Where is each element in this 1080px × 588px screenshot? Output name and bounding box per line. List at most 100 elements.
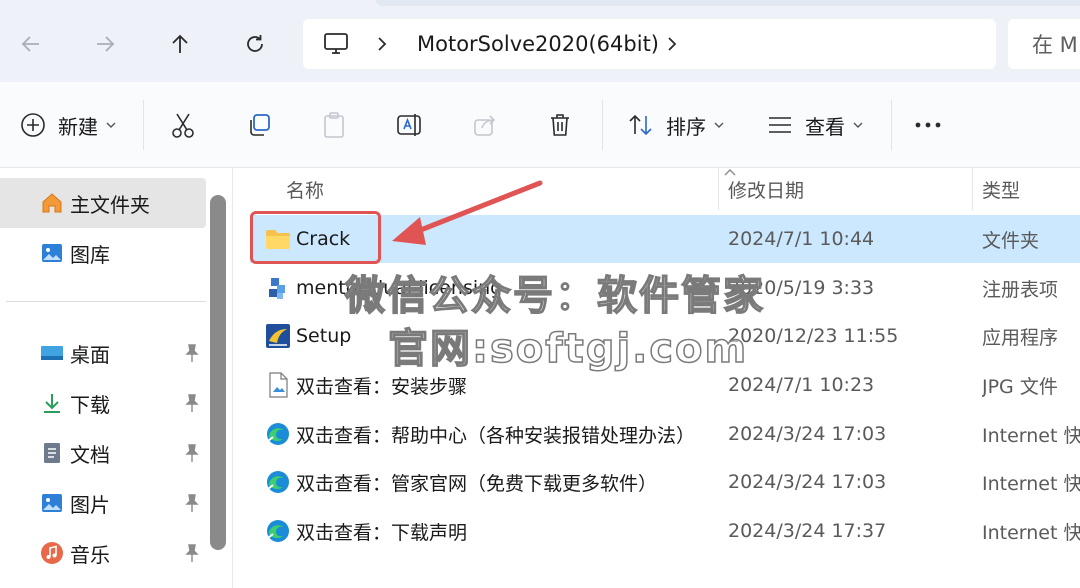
- gallery-icon: [42, 244, 62, 262]
- file-type: 应用程序: [982, 326, 1059, 349]
- sidebar-item-music[interactable]: 音乐: [0, 528, 206, 578]
- more-dots-icon: [915, 122, 941, 128]
- file-type: JPG 文件: [982, 375, 1058, 398]
- file-date: 2020/5/19 3:33: [728, 277, 875, 299]
- pin-icon[interactable]: [183, 343, 201, 363]
- column-header-name[interactable]: 名称: [286, 168, 324, 210]
- copy-button[interactable]: [246, 82, 272, 168]
- annotation-arrow-icon: [392, 180, 543, 245]
- sidebar-item-gallery[interactable]: 图库: [0, 228, 206, 278]
- column-resize-handle[interactable]: [972, 168, 973, 210]
- sidebar-item-label: 音乐: [70, 542, 110, 567]
- command-bar: 新建 排序 查看: [0, 82, 1080, 168]
- forward-button[interactable]: [88, 27, 122, 61]
- toolbar-divider: [891, 100, 892, 150]
- document-icon: [44, 443, 60, 463]
- sidebar-item-desktop[interactable]: 桌面: [0, 328, 206, 378]
- plus-circle-icon: [21, 113, 45, 137]
- up-button[interactable]: [163, 27, 197, 61]
- trash-icon: [551, 114, 569, 136]
- up-arrow-icon: [172, 34, 188, 53]
- download-icon: [44, 394, 60, 413]
- file-date: 2024/7/1 10:44: [728, 228, 875, 250]
- cut-button[interactable]: [170, 82, 196, 168]
- file-name: 双击查看：管家官网（免费下载更多软件）: [296, 472, 658, 495]
- column-header-type[interactable]: 类型: [982, 168, 1020, 210]
- file-date: 2024/3/24 17:03: [728, 471, 887, 493]
- sort-button[interactable]: 排序: [628, 82, 724, 168]
- rename-button[interactable]: [396, 82, 424, 168]
- breadcrumb-folder-label: MotorSolve2020(64bit): [417, 32, 659, 56]
- edge-icon: [267, 471, 289, 493]
- chevron-down-icon: [106, 122, 116, 128]
- monitor-icon: [324, 33, 348, 54]
- edge-icon: [267, 520, 289, 542]
- pictures-icon: [42, 494, 62, 512]
- search-placeholder: 在 M: [1032, 33, 1078, 57]
- column-header-label: 修改日期: [728, 179, 805, 202]
- copy-icon: [250, 114, 270, 136]
- address-box[interactable]: MotorSolve2020(64bit): [303, 19, 996, 69]
- file-date: 2024/3/24 17:03: [728, 423, 887, 445]
- file-row[interactable]: 双击查看：管家官网（免费下载更多软件） 2024/3/24 17:03 Inte…: [250, 458, 1080, 506]
- rename-icon: [397, 114, 421, 136]
- new-button[interactable]: 新建: [20, 82, 116, 168]
- file-type: 文件夹: [982, 229, 1040, 252]
- sidebar-item-label: 桌面: [70, 342, 110, 367]
- sidebar-item-pictures[interactable]: 图片: [0, 478, 206, 528]
- back-button[interactable]: [14, 27, 48, 61]
- new-label: 新建: [58, 114, 98, 139]
- tab-strip-edge: [376, 0, 1080, 6]
- toolbar-divider: [143, 100, 144, 150]
- refresh-icon: [247, 35, 263, 52]
- sort-label: 排序: [666, 114, 706, 139]
- pane-divider[interactable]: [232, 168, 233, 588]
- scissors-icon: [172, 113, 194, 138]
- sidebar-item-downloads[interactable]: 下载: [0, 378, 206, 428]
- more-options-button[interactable]: [914, 82, 942, 168]
- paste-button[interactable]: [322, 82, 346, 168]
- pin-icon[interactable]: [183, 393, 201, 413]
- pin-icon[interactable]: [183, 493, 201, 513]
- navigation-pane: 主文件夹 图库 桌面 下载 文档 图片 音乐: [0, 168, 232, 588]
- column-header-label: 类型: [982, 179, 1021, 202]
- breadcrumb-folder[interactable]: MotorSolve2020(64bit): [417, 19, 659, 69]
- refresh-button[interactable]: [238, 27, 272, 61]
- view-button[interactable]: 查看: [767, 82, 863, 168]
- back-arrow-icon: [21, 36, 39, 52]
- image-file-icon: [269, 372, 288, 398]
- pin-icon[interactable]: [183, 443, 201, 463]
- watermark-line-1: 微信公众号：软件管家: [344, 272, 765, 320]
- forward-arrow-icon: [97, 36, 115, 52]
- highlight-box: [250, 211, 381, 264]
- column-header-label: 名称: [286, 179, 325, 202]
- file-type: 注册表项: [982, 278, 1059, 301]
- sidebar-item-documents[interactable]: 文档: [0, 428, 206, 478]
- sidebar-scrollbar[interactable]: [210, 195, 226, 550]
- watermark-line-2: 官网:softgj.com: [387, 325, 749, 373]
- breadcrumb-separator[interactable]: [375, 19, 389, 69]
- search-input[interactable]: 在 M: [1008, 19, 1080, 69]
- file-row[interactable]: 双击查看：下载声明 2024/3/24 17:37 Internet 快: [250, 507, 1080, 555]
- sidebar-item-label: 主文件夹: [70, 192, 150, 217]
- sidebar-item-label: 图库: [70, 242, 110, 267]
- file-date: 2024/7/1 10:23: [728, 374, 875, 396]
- sidebar-item-home[interactable]: 主文件夹: [0, 178, 206, 228]
- this-pc-button[interactable]: [323, 19, 349, 69]
- column-resize-handle[interactable]: [718, 168, 719, 210]
- column-header-date[interactable]: 修改日期: [728, 168, 804, 210]
- delete-button[interactable]: [548, 82, 572, 168]
- file-date: 2020/12/23 11:55: [728, 325, 899, 347]
- sidebar-item-label: 下载: [70, 392, 110, 417]
- chevron-down-icon: [853, 122, 863, 128]
- pin-icon[interactable]: [183, 543, 201, 563]
- chevron-down-icon: [714, 122, 724, 128]
- breadcrumb-separator-end[interactable]: [665, 19, 679, 69]
- file-row[interactable]: 双击查看：帮助中心（各种安装报错处理办法） 2024/3/24 17:03 In…: [250, 410, 1080, 458]
- address-bar-row: MotorSolve2020(64bit) 在 M: [0, 0, 1080, 82]
- file-type: Internet 快: [982, 521, 1080, 544]
- sidebar-item-label: 文档: [70, 442, 110, 467]
- chevron-right-icon: [668, 37, 677, 51]
- file-type: Internet 快: [982, 424, 1080, 447]
- share-button[interactable]: [472, 82, 498, 168]
